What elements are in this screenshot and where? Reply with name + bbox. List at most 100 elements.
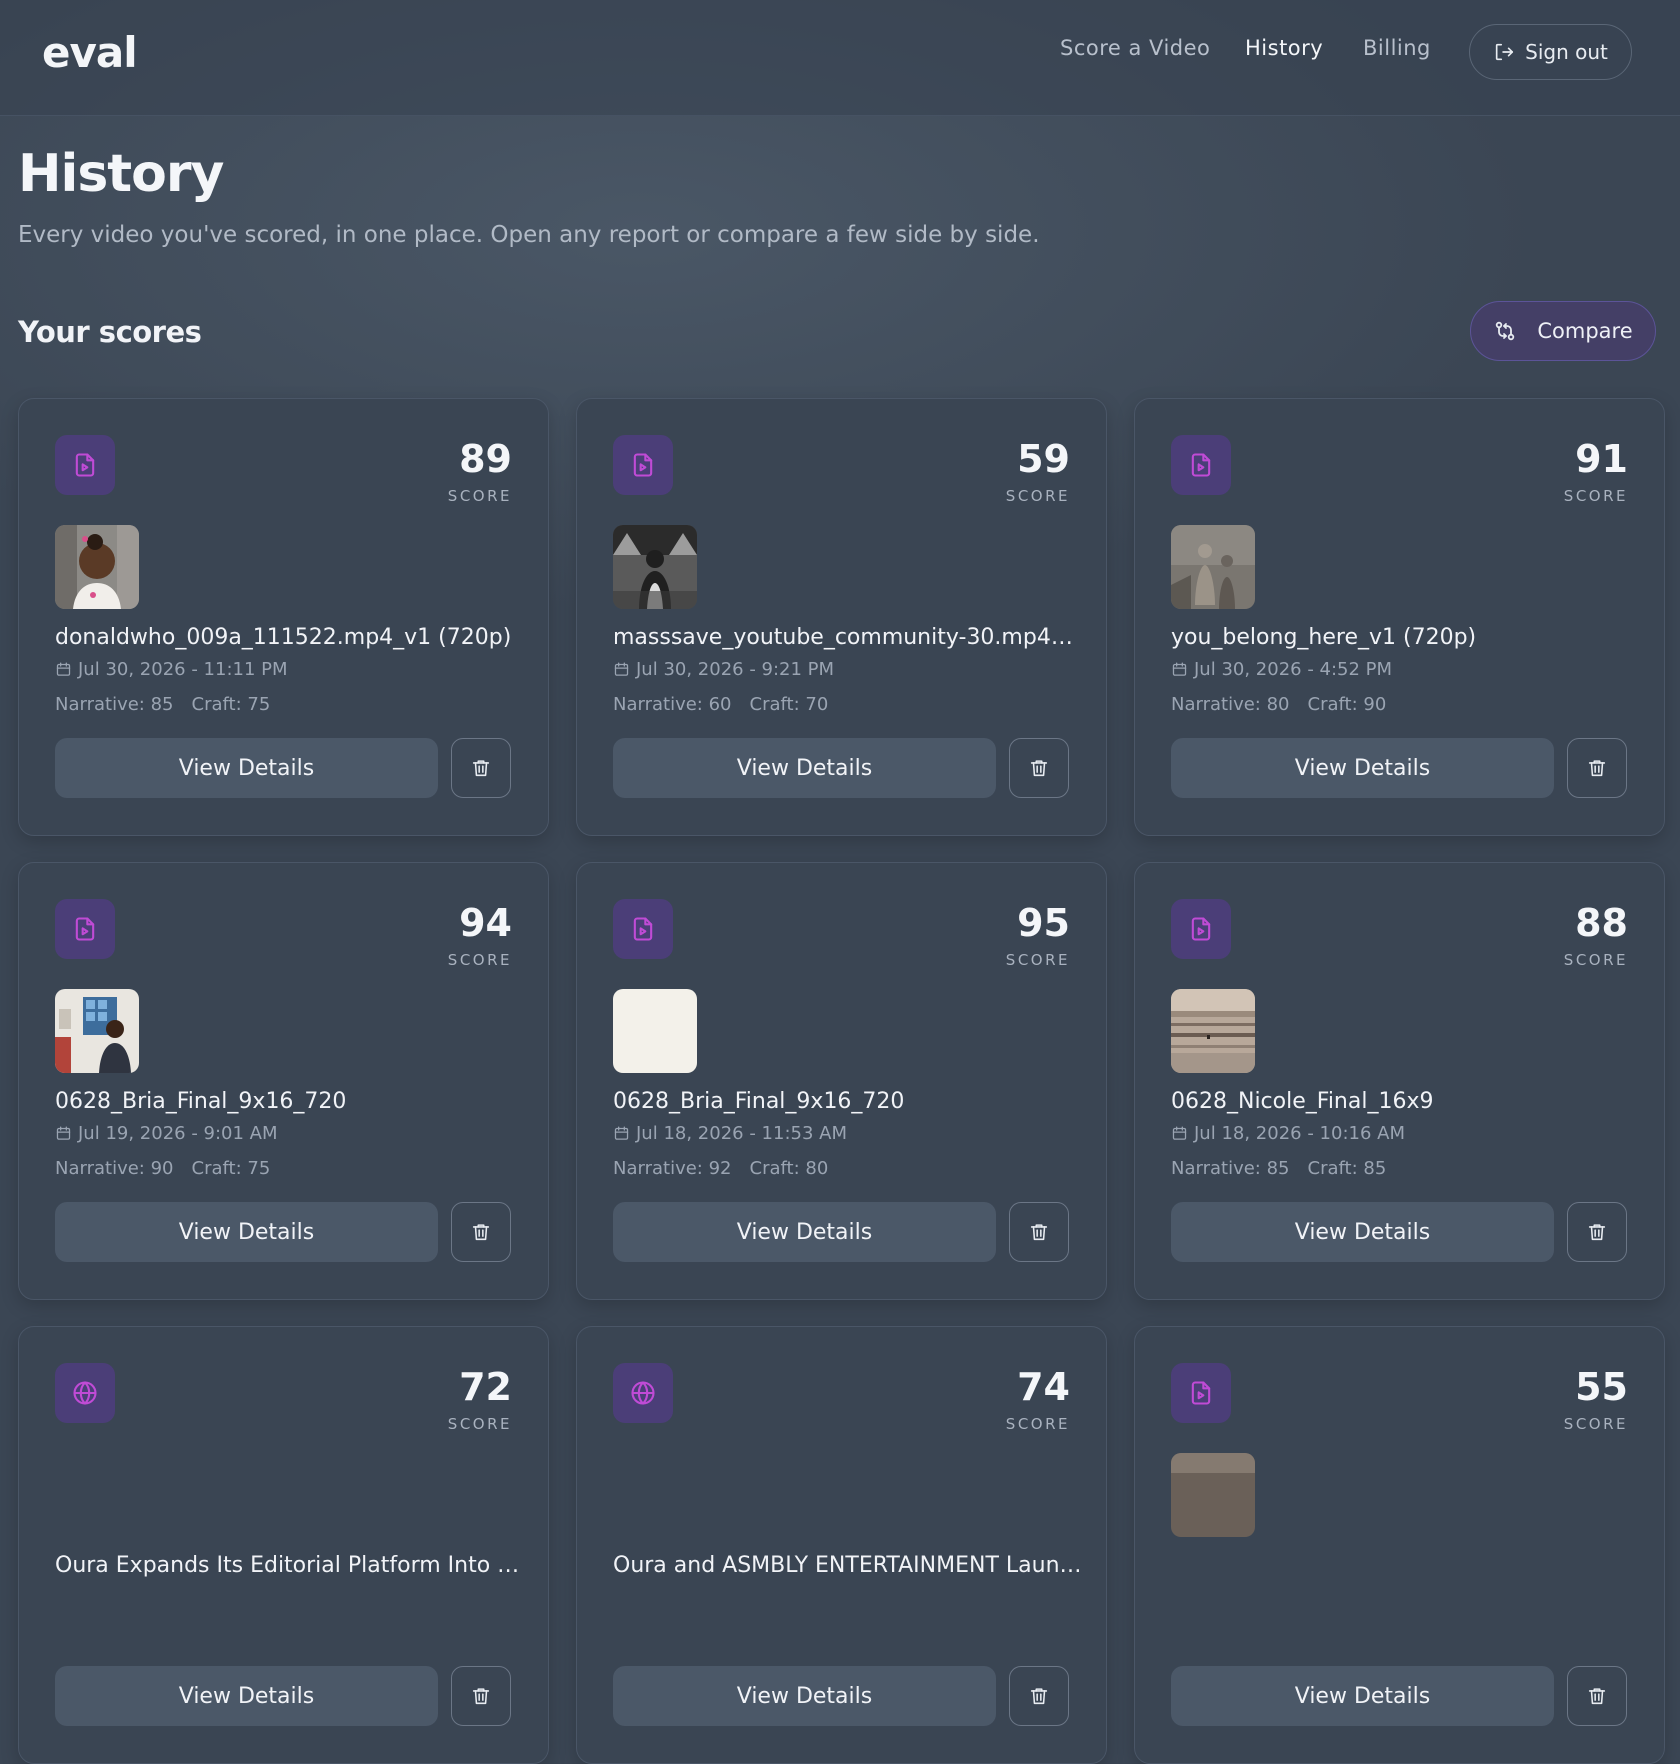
view-details-button[interactable]: View Details [1171, 1202, 1554, 1262]
score-label: SCORE [1563, 951, 1628, 969]
trash-icon [1030, 760, 1048, 777]
score-date: Jul 19, 2026 - 9:01 AM [55, 1123, 278, 1144]
video-thumbnail[interactable] [1171, 989, 1255, 1073]
sign-out-button[interactable]: Sign out [1469, 24, 1632, 80]
video-name: you_belong_here_v1 (720p) [1171, 625, 1477, 650]
score-date: Jul 30, 2026 - 4:52 PM [1171, 659, 1392, 680]
delete-button[interactable] [1009, 738, 1069, 798]
calendar-icon [614, 1126, 629, 1140]
score-card: 55 SCORE View Details [1134, 1326, 1665, 1764]
compare-button[interactable]: Compare [1470, 301, 1656, 361]
score-card: 72 SCORE Oura Expands Its Editorial Plat… [18, 1326, 549, 1764]
score-date-text: Jul 18, 2026 - 11:53 AM [636, 1123, 847, 1144]
page-title: History [18, 144, 224, 204]
score-date: Jul 30, 2026 - 11:11 PM [55, 659, 288, 680]
score-metrics: Narrative: 80 Craft: 90 [1171, 694, 1386, 715]
view-details-button[interactable]: View Details [613, 1202, 996, 1262]
calendar-icon [1172, 1126, 1187, 1140]
score-label: SCORE [447, 951, 512, 969]
score-value: 91 [1575, 437, 1628, 481]
video-thumbnail[interactable] [613, 989, 697, 1073]
trash-icon [472, 1688, 490, 1705]
score-date: Jul 18, 2026 - 11:53 AM [613, 1123, 847, 1144]
nav-score-a-video[interactable]: Score a Video [1060, 36, 1210, 60]
score-card: 74 SCORE Oura and ASMBLY ENTERTAINMENT L… [576, 1326, 1107, 1764]
video-file-icon [55, 435, 115, 495]
video-name: 0628_Nicole_Final_16x9 [1171, 1089, 1434, 1114]
delete-button[interactable] [1009, 1666, 1069, 1726]
sign-out-label: Sign out [1525, 40, 1608, 64]
video-file-icon [1171, 1363, 1231, 1423]
score-card: 91 SCORE you_belong_here_v1 (720p) Jul 3… [1134, 398, 1665, 836]
sign-out-icon [1495, 43, 1514, 61]
video-name: Oura and ASMBLY ENTERTAINMENT Launch [613, 1553, 1083, 1578]
craft-metric: Craft: 70 [749, 694, 829, 715]
score-value: 55 [1575, 1365, 1628, 1409]
score-metrics: Narrative: 85 Craft: 85 [1171, 1158, 1386, 1179]
view-details-button[interactable]: View Details [55, 1666, 438, 1726]
craft-metric: Craft: 85 [1307, 1158, 1387, 1179]
score-date: Jul 18, 2026 - 10:16 AM [1171, 1123, 1405, 1144]
view-details-button[interactable]: View Details [55, 1202, 438, 1262]
score-card: 59 SCORE masssave_youtube_community-30.m… [576, 398, 1107, 836]
view-details-button[interactable]: View Details [1171, 1666, 1554, 1726]
delete-button[interactable] [1567, 1202, 1627, 1262]
narrative-metric: Narrative: 60 [613, 694, 732, 715]
trash-icon [1588, 1688, 1606, 1705]
page-subtitle: Every video you've scored, in one place.… [18, 222, 1040, 248]
video-thumbnail[interactable] [1171, 1453, 1255, 1537]
delete-button[interactable] [451, 1202, 511, 1262]
score-date: Jul 30, 2026 - 9:21 PM [613, 659, 834, 680]
video-name: 0628_Bria_Final_9x16_720 [55, 1089, 347, 1114]
video-thumbnail[interactable] [613, 525, 697, 609]
globe-icon [55, 1363, 115, 1423]
view-details-button[interactable]: View Details [1171, 738, 1554, 798]
score-date-text: Jul 18, 2026 - 10:16 AM [1194, 1123, 1405, 1144]
score-label: SCORE [1005, 1415, 1070, 1433]
score-value: 88 [1575, 901, 1628, 945]
score-label: SCORE [1563, 1415, 1628, 1433]
view-details-button[interactable]: View Details [613, 738, 996, 798]
score-value: 74 [1017, 1365, 1070, 1409]
view-details-button[interactable]: View Details [55, 738, 438, 798]
narrative-metric: Narrative: 92 [613, 1158, 732, 1179]
nav-history[interactable]: History [1245, 36, 1323, 60]
calendar-icon [56, 1126, 71, 1140]
video-name: 0628_Bria_Final_9x16_720 [613, 1089, 905, 1114]
narrative-metric: Narrative: 90 [55, 1158, 174, 1179]
video-file-icon [1171, 435, 1231, 495]
trash-icon [1588, 760, 1606, 777]
calendar-icon [614, 662, 629, 676]
score-value: 89 [459, 437, 512, 481]
compare-label: Compare [1537, 319, 1633, 343]
video-thumbnail[interactable] [55, 525, 139, 609]
delete-button[interactable] [451, 738, 511, 798]
delete-button[interactable] [1567, 738, 1627, 798]
score-metrics: Narrative: 85 Craft: 75 [55, 694, 270, 715]
score-date-text: Jul 30, 2026 - 4:52 PM [1194, 659, 1393, 680]
app-logo[interactable]: eval [42, 28, 138, 77]
score-date-text: Jul 30, 2026 - 11:11 PM [78, 659, 288, 680]
video-thumbnail[interactable] [55, 989, 139, 1073]
score-metrics: Narrative: 92 Craft: 80 [613, 1158, 828, 1179]
section-title: Your scores [18, 315, 202, 349]
delete-button[interactable] [1009, 1202, 1069, 1262]
score-value: 94 [459, 901, 512, 945]
delete-button[interactable] [1567, 1666, 1627, 1726]
narrative-metric: Narrative: 80 [1171, 694, 1290, 715]
top-nav-bar: eval Score a Video History Billing Sign … [0, 0, 1680, 116]
nav-billing[interactable]: Billing [1363, 36, 1431, 60]
video-thumbnail[interactable] [1171, 525, 1255, 609]
score-label: SCORE [447, 1415, 512, 1433]
video-file-icon [613, 435, 673, 495]
delete-button[interactable] [451, 1666, 511, 1726]
view-details-button[interactable]: View Details [613, 1666, 996, 1726]
trash-icon [472, 1224, 490, 1241]
video-name: donaldwho_009a_111522.mp4_v1 (720p) [55, 625, 512, 650]
trash-icon [1588, 1224, 1606, 1241]
score-card: 94 SCORE 0628_Bria_Final_9x16_720 Jul 19… [18, 862, 549, 1300]
score-label: SCORE [447, 487, 512, 505]
video-file-icon [55, 899, 115, 959]
craft-metric: Craft: 80 [749, 1158, 829, 1179]
craft-metric: Craft: 75 [191, 694, 271, 715]
